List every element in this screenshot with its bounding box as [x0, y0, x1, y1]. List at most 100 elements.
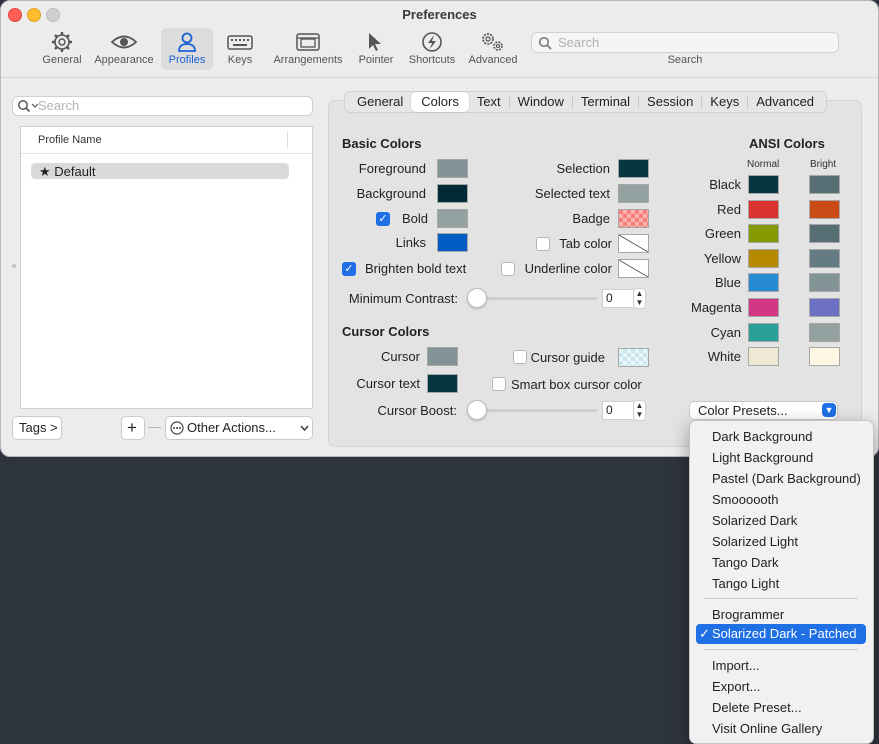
toolbar-shortcuts[interactable]: Shortcuts	[405, 28, 459, 70]
minimum-contrast-slider-knob[interactable]	[467, 288, 487, 308]
menu-item-delete-preset[interactable]: Delete Preset...	[696, 698, 866, 718]
tab-text[interactable]: Text	[469, 92, 509, 112]
ansi-normal-well-black[interactable]	[748, 175, 779, 194]
selected-text-label: Selected text	[534, 186, 610, 201]
toolbar-profiles[interactable]: Profiles	[161, 28, 213, 70]
brighten-bold-label: Brighten bold text	[365, 261, 467, 276]
cursor-boost-slider-track[interactable]	[469, 409, 597, 412]
ansi-bright-well-cyan[interactable]	[809, 322, 840, 342]
tags-button[interactable]: Tags >	[12, 416, 62, 440]
minimum-contrast-stepper[interactable]: ▲ ▼	[633, 288, 646, 309]
column-divider	[287, 131, 288, 148]
menu-item-visit-online-gallery[interactable]: Visit Online Gallery	[696, 719, 866, 739]
basic-colors-heading: Basic Colors	[342, 136, 422, 151]
toolbar-advanced[interactable]: Advanced	[465, 28, 521, 70]
underline-color-well[interactable]	[618, 259, 649, 278]
toolbar-pointer-label: Pointer	[358, 54, 394, 66]
selection-label: Selection	[556, 161, 610, 176]
menu-item-dark-background[interactable]: Dark Background	[696, 427, 866, 447]
background-color-well[interactable]	[437, 184, 468, 203]
plus-icon: +	[127, 418, 137, 437]
ansi-normal-caption: Normal	[747, 159, 780, 170]
selected-text-color-well[interactable]	[618, 184, 649, 203]
profile-list[interactable]: Profile Name ★ Default	[20, 126, 313, 409]
person-icon	[178, 32, 196, 52]
add-profile-button[interactable]: +	[121, 416, 145, 440]
ansi-bright-well-red[interactable]	[809, 199, 840, 219]
toolbar-general[interactable]: General	[39, 28, 85, 70]
ansi-normal-well-red[interactable]	[748, 199, 779, 219]
menu-item-pastel[interactable]: Pastel (Dark Background)	[696, 469, 866, 489]
smart-box-cursor-label: Smart box cursor color	[511, 377, 642, 392]
ansi-normal-well-cyan[interactable]	[748, 322, 779, 342]
selection-color-well[interactable]	[618, 159, 649, 178]
bold-color-well[interactable]	[437, 209, 468, 228]
menu-item-label: Visit Online Gallery	[712, 721, 823, 736]
ansi-bright-well-white[interactable]	[809, 347, 840, 367]
color-presets-popup[interactable]: Color Presets... ▼	[689, 401, 838, 420]
ansi-normal-well-yellow[interactable]	[748, 248, 779, 268]
menu-item-export[interactable]: Export...	[696, 677, 866, 697]
checkmark-icon: ✓	[699, 626, 710, 641]
tab-colors[interactable]: Colors	[411, 92, 469, 112]
cursor-boost-stepper[interactable]: ▲ ▼	[633, 400, 646, 421]
toolbar-keys[interactable]: Keys	[221, 28, 259, 70]
cursor-color-well[interactable]	[427, 347, 458, 366]
cursor-text-color-well[interactable]	[427, 374, 458, 393]
toolbar-advanced-label: Advanced	[468, 54, 518, 66]
ansi-bright-well-yellow[interactable]	[809, 248, 840, 268]
tab-general[interactable]: General	[349, 92, 411, 112]
profile-list-header[interactable]: Profile Name	[21, 127, 312, 154]
menu-item-solarized-dark-patched[interactable]: ✓ Solarized Dark - Patched	[696, 624, 866, 644]
ansi-label-green: Green	[704, 226, 741, 242]
toolbar-arrangements-label: Arrangements	[273, 54, 343, 66]
ansi-bright-well-magenta[interactable]	[809, 298, 840, 317]
profile-search-field[interactable]: Search	[12, 96, 313, 116]
profile-row-default[interactable]: ★ Default	[31, 163, 289, 179]
gear-icon	[52, 32, 72, 52]
tab-color-well[interactable]	[618, 234, 649, 253]
ansi-normal-well-magenta[interactable]	[748, 298, 779, 317]
links-color-well[interactable]	[437, 233, 468, 252]
toolbar-search-placeholder: Search	[558, 35, 600, 50]
badge-color-well[interactable]	[618, 209, 649, 228]
toolbar-arrangements[interactable]: Arrangements	[269, 28, 347, 70]
ansi-bright-well-black[interactable]	[809, 175, 840, 194]
menu-item-import[interactable]: Import...	[696, 656, 866, 676]
tab-terminal[interactable]: Terminal	[573, 92, 638, 112]
menu-item-label: Export...	[712, 679, 761, 694]
ansi-normal-well-green[interactable]	[748, 224, 779, 244]
menu-item-tango-light[interactable]: Tango Light	[696, 574, 866, 594]
toolbar-pointer[interactable]: Pointer	[355, 28, 397, 70]
menu-item-brogrammer[interactable]: Brogrammer	[696, 605, 866, 625]
toolbar-keys-label: Keys	[227, 54, 253, 66]
toolbar-appearance[interactable]: Appearance	[93, 28, 155, 70]
splitter-handle[interactable]	[12, 264, 16, 268]
tab-session[interactable]: Session	[639, 92, 701, 112]
tab-window[interactable]: Window	[510, 92, 572, 112]
menu-item-light-background[interactable]: Light Background	[696, 448, 866, 468]
cursor-guide-color-well[interactable]	[618, 348, 649, 367]
cursor-boost-field[interactable]: 0	[602, 401, 635, 420]
other-actions-popup[interactable]: Other Actions...	[165, 416, 313, 440]
minimum-contrast-field[interactable]: 0	[602, 289, 635, 308]
tab-advanced[interactable]: Advanced	[748, 92, 822, 112]
remove-profile-button[interactable]: —	[144, 417, 164, 439]
ansi-normal-well-blue[interactable]	[748, 273, 779, 293]
ansi-bright-well-blue[interactable]	[809, 273, 840, 293]
cursor-colors-heading: Cursor Colors	[342, 324, 430, 339]
badge-label: Badge	[572, 211, 610, 226]
cursor-boost-slider-knob[interactable]	[467, 400, 487, 420]
minimum-contrast-slider-track[interactable]	[469, 297, 597, 300]
smart-box-cursor-checkbox[interactable]	[492, 377, 506, 391]
foreground-color-well[interactable]	[437, 159, 468, 178]
ansi-bright-well-green[interactable]	[809, 224, 840, 244]
toolbar-search-field[interactable]: Search	[531, 32, 839, 53]
menu-item-solarized-light[interactable]: Solarized Light	[696, 532, 866, 552]
tab-keys[interactable]: Keys	[702, 92, 747, 112]
ansi-normal-well-white[interactable]	[748, 347, 779, 367]
brighten-bold-checkbox[interactable]: ✓	[342, 262, 356, 276]
menu-item-solarized-dark[interactable]: Solarized Dark	[696, 511, 866, 531]
menu-item-smoooooth[interactable]: Smoooooth	[696, 490, 866, 510]
menu-item-tango-dark[interactable]: Tango Dark	[696, 553, 866, 573]
